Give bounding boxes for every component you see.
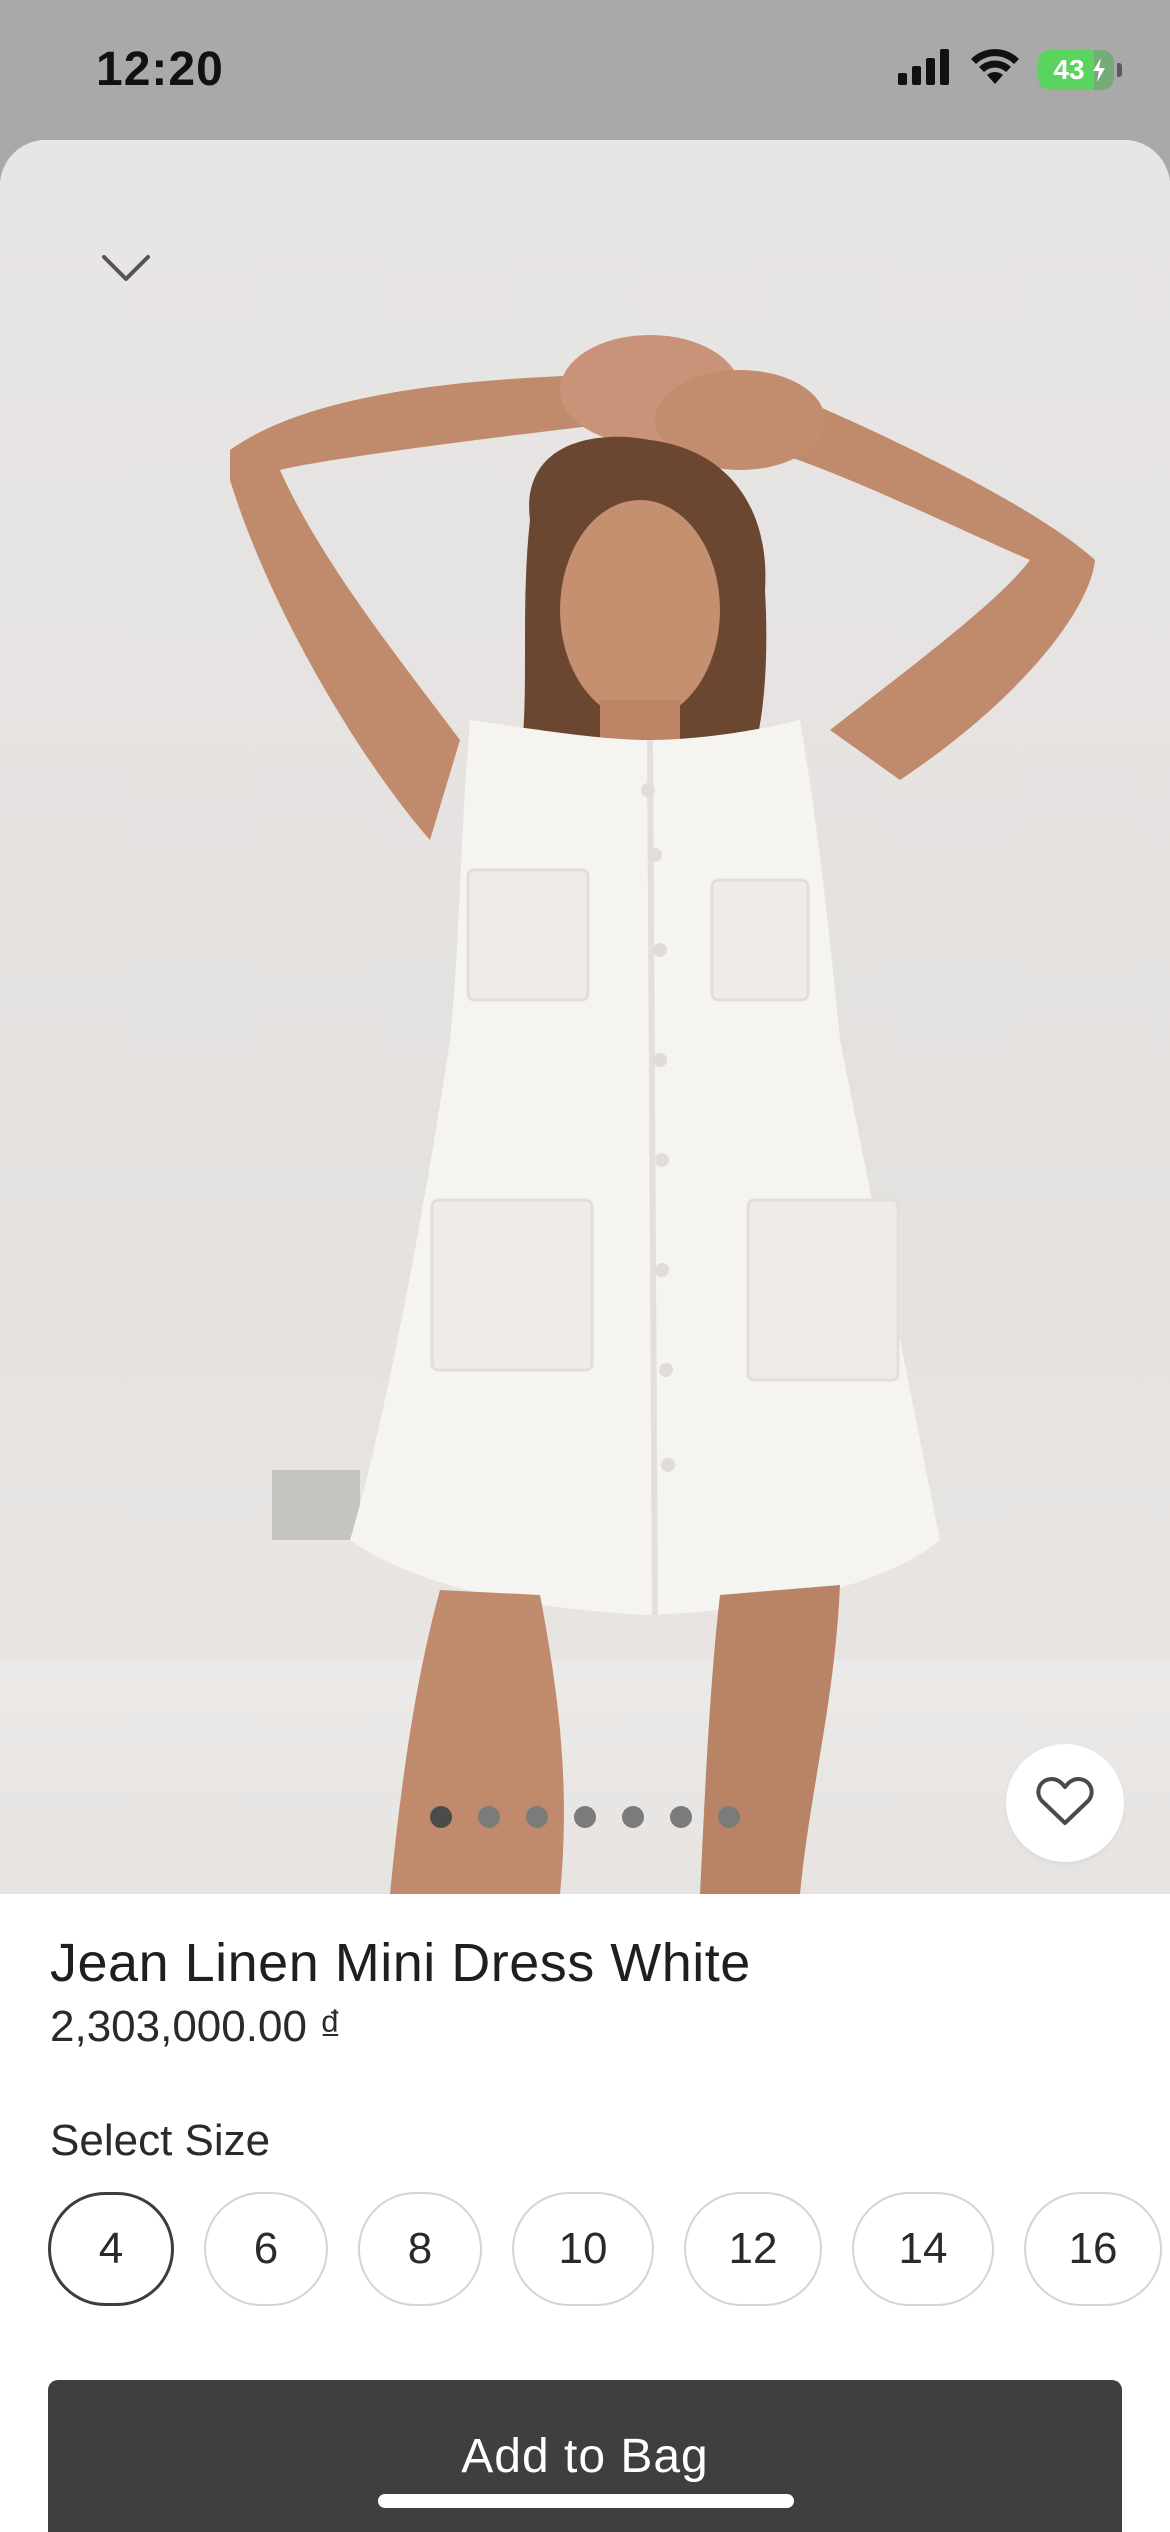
product-price: 2,303,000.00 ₫: [50, 2002, 342, 2051]
home-indicator: [378, 2494, 794, 2508]
pagination-dot[interactable]: [670, 1806, 692, 1828]
add-to-bag-button[interactable]: Add to Bag: [48, 2380, 1122, 2532]
size-selector: 4 6 8 10 12 14 16: [48, 2192, 1162, 2306]
pagination-dot[interactable]: [622, 1806, 644, 1828]
product-photo: [230, 335, 1095, 1894]
favorite-button[interactable]: [1006, 1744, 1124, 1862]
pagination-dot[interactable]: [526, 1806, 548, 1828]
size-option-8[interactable]: 8: [358, 2192, 482, 2306]
heart-outline-icon: [1036, 1775, 1094, 1832]
chevron-down-icon: [100, 253, 152, 288]
cellular-signal-icon: [898, 49, 952, 90]
size-option-12[interactable]: 12: [684, 2192, 822, 2306]
size-option-10[interactable]: 10: [512, 2192, 654, 2306]
product-image-carousel[interactable]: [0, 140, 1170, 1894]
size-option-16[interactable]: 16: [1024, 2192, 1162, 2306]
status-time: 12:20: [96, 43, 224, 96]
wifi-icon: [970, 48, 1020, 91]
status-icons: 43: [898, 48, 1122, 91]
pagination-dot[interactable]: [574, 1806, 596, 1828]
size-option-6[interactable]: 6: [204, 2192, 328, 2306]
pagination-dot[interactable]: [430, 1806, 452, 1828]
battery-level: 43: [1053, 53, 1085, 85]
carousel-pagination: [430, 1806, 740, 1828]
product-sheet: Jean Linen Mini Dress White 2,303,000.00…: [0, 140, 1170, 2532]
pagination-dot[interactable]: [718, 1806, 740, 1828]
collapse-button[interactable]: [96, 240, 156, 300]
pagination-dot[interactable]: [478, 1806, 500, 1828]
size-option-14[interactable]: 14: [852, 2192, 994, 2306]
status-bar: 12:20 43: [0, 0, 1170, 140]
battery-charging-icon: 43: [1038, 49, 1122, 90]
product-title: Jean Linen Mini Dress White: [50, 1933, 751, 1993]
size-option-4[interactable]: 4: [48, 2192, 174, 2306]
size-selector-label: Select Size: [50, 2116, 271, 2165]
